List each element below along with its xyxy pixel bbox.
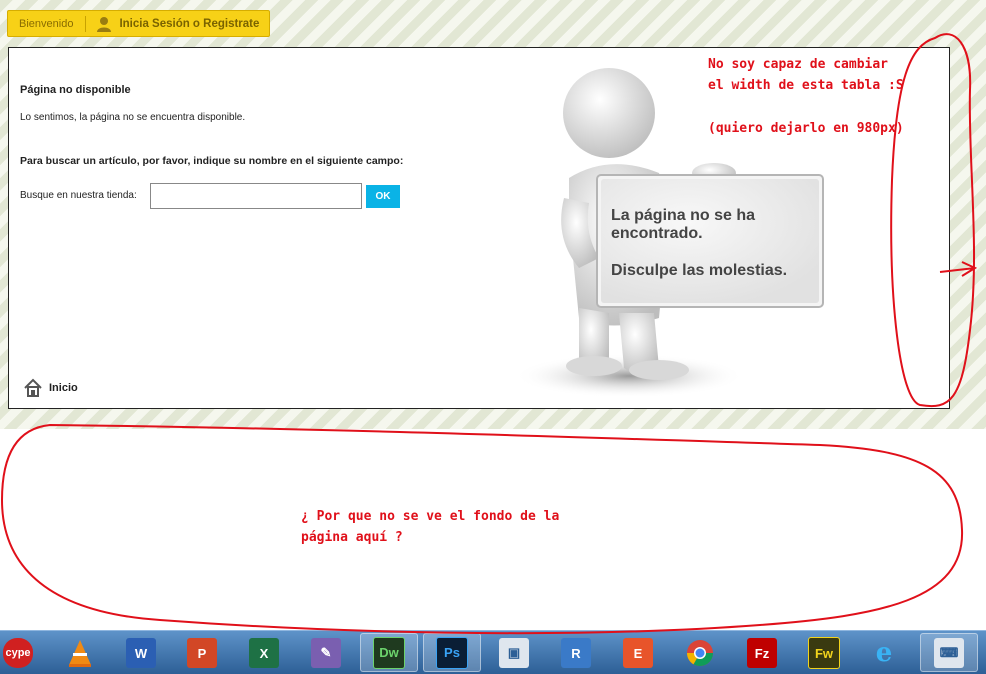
sign-text-secondary: Disculpe las molestias. <box>611 262 788 279</box>
chrome-icon <box>686 640 714 667</box>
taskbar-excel[interactable]: X <box>246 635 282 671</box>
welcome-text: Bienvenido <box>8 15 87 32</box>
dreamweaver-icon: Dw <box>373 636 405 669</box>
sign-text-primary: La página no se ha encontrado. <box>611 207 756 242</box>
remote-desktop-icon: ⌨ <box>934 637 964 668</box>
annotation-width-1: No soy capaz de cambiar <box>708 57 889 72</box>
app-e-icon: E <box>623 638 653 668</box>
fireworks-icon: Fw <box>808 637 840 669</box>
taskbar-filezilla[interactable]: Fz <box>744 635 780 671</box>
monitor-icon: ▣ <box>499 638 529 668</box>
error-message: Lo sentimos, la página no se encuentra d… <box>20 112 246 123</box>
taskbar-remote-desktop[interactable]: ⌨ <box>920 633 978 672</box>
taskbar-vlc[interactable] <box>62 635 98 671</box>
annotation-background-1: ¿ Por que no se ve el fondo de la <box>301 509 560 524</box>
annotation-background-2: página aquí ? <box>301 530 403 545</box>
page-title: Página no disponible <box>20 84 131 96</box>
filezilla-icon: Fz <box>747 638 777 668</box>
taskbar-dreamweaver[interactable]: Dw <box>360 633 418 672</box>
app-r-icon: R <box>561 638 591 668</box>
taskbar-powerpoint[interactable]: P <box>184 635 220 671</box>
taskbar: cype W P X ✎ Dw Ps ▣ R E Fz Fw e ⌨ <box>0 630 986 674</box>
taskbar-monitor[interactable]: ▣ <box>496 635 532 671</box>
search-input[interactable] <box>150 183 362 209</box>
taskbar-tool[interactable]: ✎ <box>308 635 344 671</box>
taskbar-word[interactable]: W <box>123 635 159 671</box>
top-bar: Bienvenido Inicia Sesión o Registrate <box>7 10 270 37</box>
taskbar-chrome[interactable] <box>682 635 718 671</box>
taskbar-photoshop[interactable]: Ps <box>423 633 481 672</box>
taskbar-app-e[interactable]: E <box>620 635 656 671</box>
taskbar-fireworks[interactable]: Fw <box>806 635 842 671</box>
search-label: Busque en nuestra tienda: <box>20 190 137 201</box>
home-link[interactable]: Inicio <box>23 378 78 398</box>
word-icon: W <box>126 638 156 668</box>
tool-icon: ✎ <box>311 638 341 668</box>
login-label: Inicia Sesión o Registrate <box>119 17 260 30</box>
login-link[interactable]: Inicia Sesión o Registrate <box>96 16 259 32</box>
ie-icon: e <box>875 638 893 668</box>
home-icon <box>24 378 42 397</box>
annotation-width-3: (quiero dejarlo en 980px) <box>708 121 904 136</box>
photoshop-icon: Ps <box>436 636 468 669</box>
excel-icon: X <box>249 638 279 668</box>
taskbar-app-r[interactable]: R <box>558 635 594 671</box>
taskbar-cype[interactable]: cype <box>0 635 36 671</box>
powerpoint-icon: P <box>187 638 217 668</box>
user-icon <box>97 16 112 32</box>
main-panel: Página no disponible Lo sentimos, la pág… <box>8 47 950 409</box>
taskbar-ie[interactable]: e <box>866 635 902 671</box>
vlc-icon <box>69 640 91 667</box>
annotation-width-2: el width de esta tabla :S <box>708 78 904 93</box>
cype-icon: cype <box>3 638 33 668</box>
ok-button[interactable]: OK <box>366 185 400 208</box>
search-heading: Para buscar un artículo, por favor, indi… <box>20 155 404 167</box>
home-label: Inicio <box>49 382 78 394</box>
